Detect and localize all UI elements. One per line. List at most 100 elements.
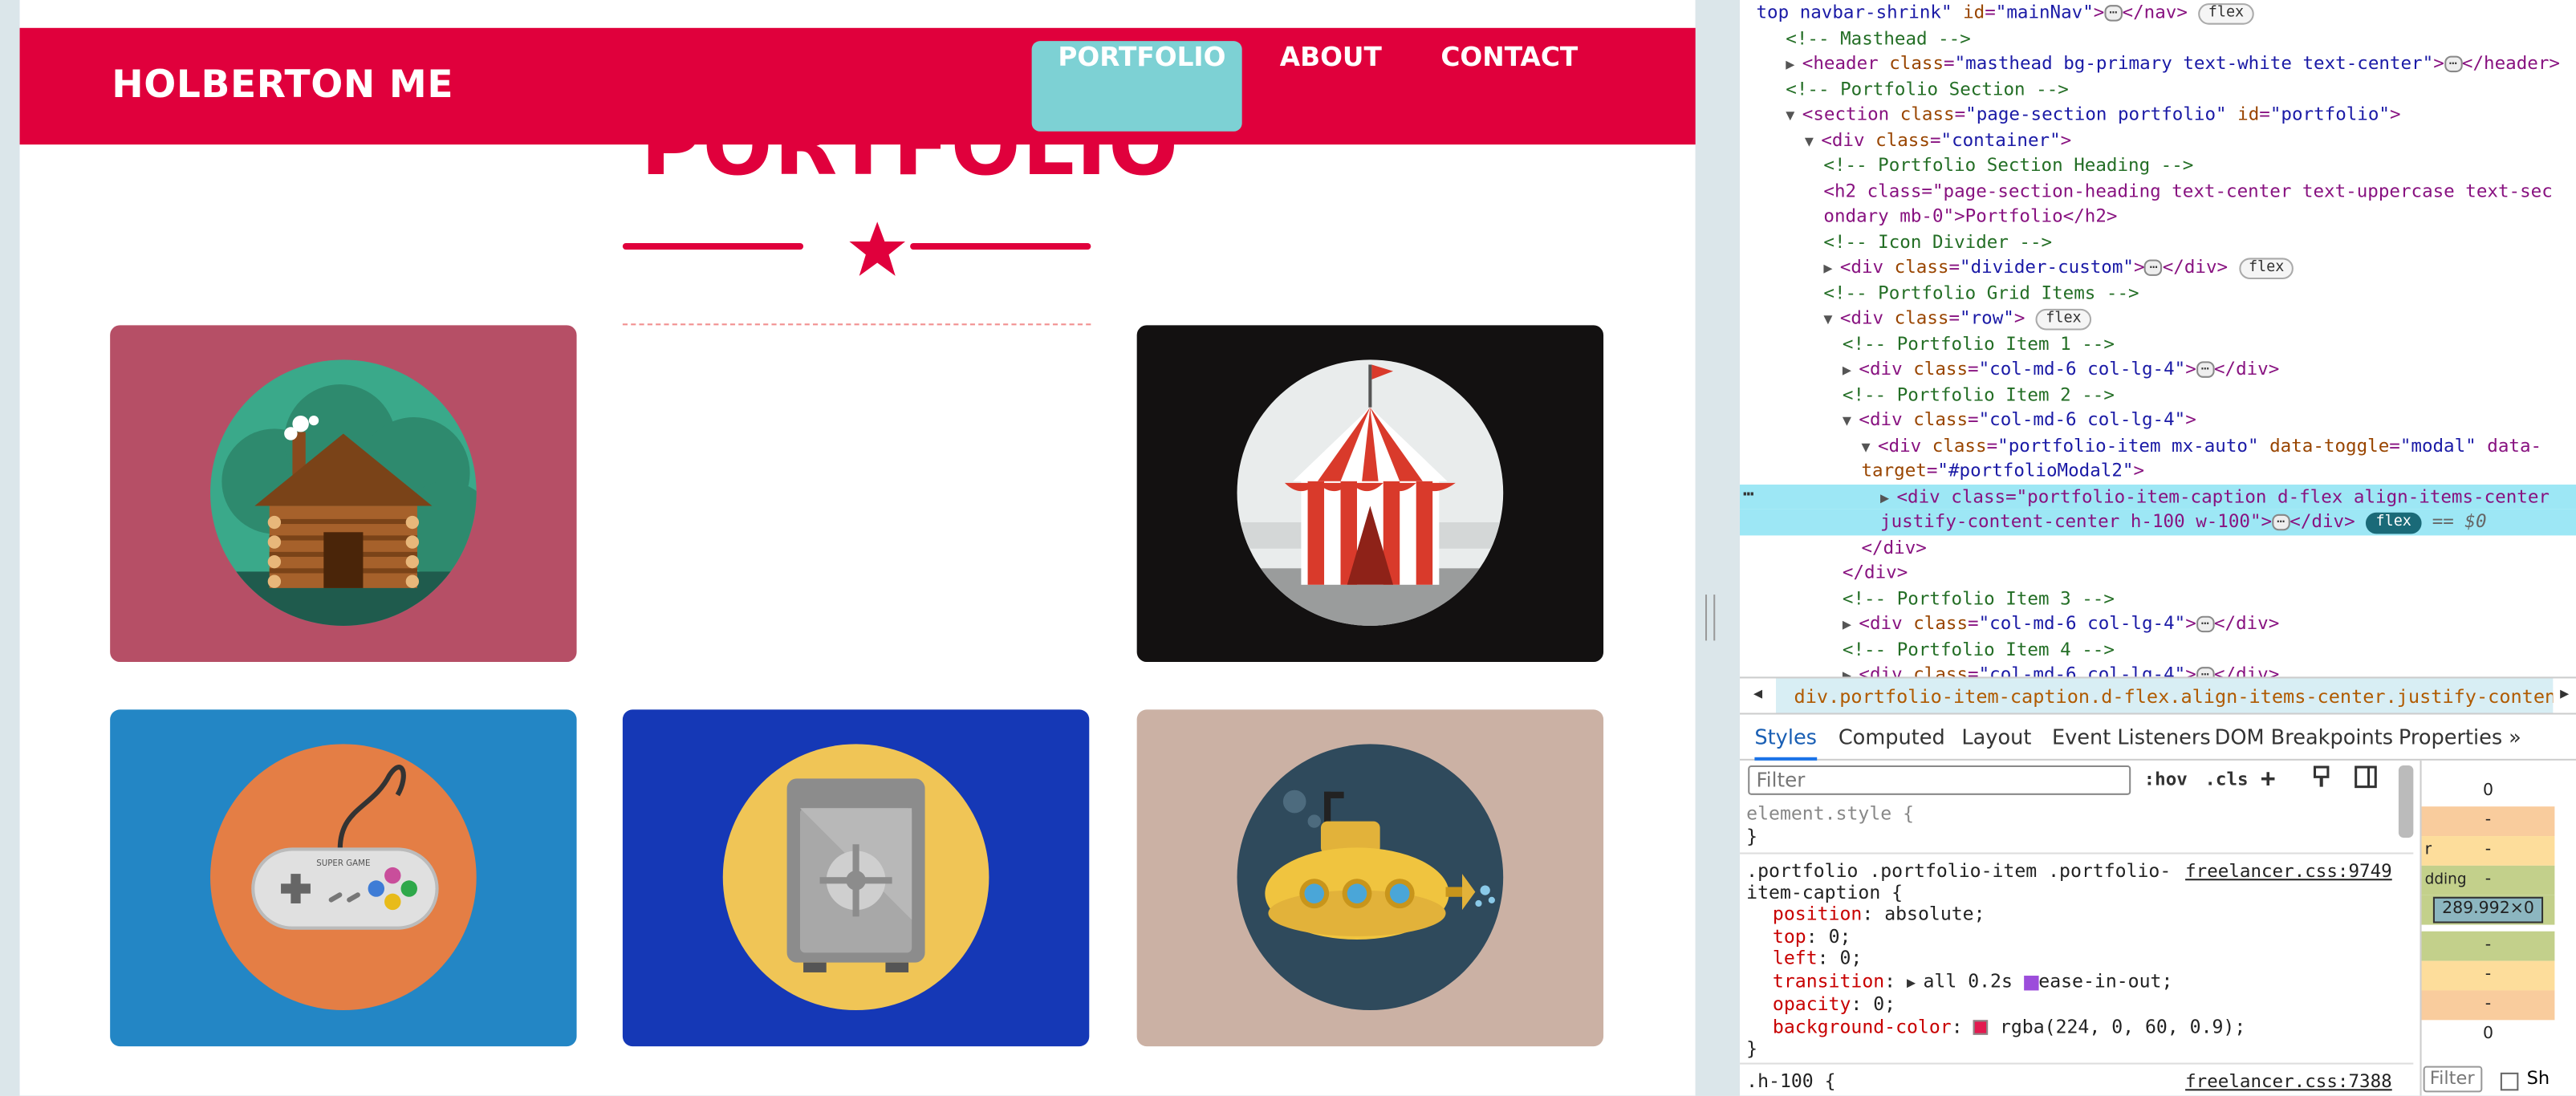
color-swatch-icon[interactable] bbox=[1973, 1020, 1989, 1035]
dom-node-line[interactable]: ondary mb-0">Portfolio</h2> bbox=[1823, 204, 2117, 229]
collapsed-content-icon[interactable]: ⋯ bbox=[2196, 361, 2214, 378]
breadcrumb-scroll-left-icon[interactable]: ◀ bbox=[1739, 678, 1777, 713]
nav-link-contact[interactable]: CONTACT bbox=[1415, 41, 1604, 132]
collapsed-content-icon[interactable]: ⋯ bbox=[2196, 615, 2214, 633]
portfolio-item-safe[interactable] bbox=[622, 709, 1090, 1047]
portfolio-item-circus[interactable] bbox=[1136, 325, 1604, 663]
element-style-close: } bbox=[1746, 826, 1758, 848]
dom-node-line[interactable]: ▼ <div class="row"> flex bbox=[1823, 306, 2091, 331]
border-label: r bbox=[2424, 841, 2432, 859]
rule-source-link[interactable]: freelancer.css:9749 bbox=[2185, 861, 2392, 883]
dom-comment-line[interactable]: <!-- Portfolio Item 1 --> bbox=[1843, 331, 2115, 357]
collapsed-content-icon[interactable]: ⋯ bbox=[2144, 259, 2163, 276]
dom-node-line[interactable]: target="#portfolioModal2"> bbox=[1861, 458, 2144, 484]
dom-node-line[interactable]: ▶ <header class="masthead bg-primary text… bbox=[1786, 51, 2560, 76]
breadcrumb-scroll-right-icon[interactable]: ▶ bbox=[2553, 678, 2576, 713]
dom-comment-line[interactable]: <!-- Masthead --> bbox=[1786, 26, 1971, 51]
flex-badge[interactable]: flex bbox=[2366, 511, 2422, 534]
css-property-top[interactable]: top: 0; bbox=[1773, 926, 1851, 948]
portfolio-item-game[interactable]: SUPER GAME bbox=[110, 709, 577, 1047]
navbar-brand[interactable]: HOLBERTON ME bbox=[112, 64, 453, 107]
hov-button[interactable]: :hov bbox=[2144, 769, 2188, 790]
portfolio-item-cabin[interactable] bbox=[110, 325, 577, 663]
styles-toolbar: Filter :hov .cls + bbox=[1740, 761, 2413, 800]
dom-node-line[interactable]: top navbar-shrink" id="mainNav"> ⋯ </nav> … bbox=[1756, 0, 2254, 26]
easing-editor-icon[interactable] bbox=[2023, 975, 2039, 990]
css-property-left[interactable]: left: 0; bbox=[1773, 948, 1862, 971]
styles-scrollbar[interactable] bbox=[2398, 765, 2414, 838]
dom-node-line[interactable]: ▶ <div class="divider-custom"> ⋯ </div> fle… bbox=[1823, 254, 2294, 280]
border-bottom-value[interactable]: - bbox=[2421, 960, 2555, 991]
tab-layout[interactable]: Layout bbox=[1961, 716, 2031, 761]
margin-bottom-value[interactable]: 0 bbox=[2422, 1020, 2555, 1049]
expand-toggle-icon[interactable]: ▼ bbox=[1786, 105, 1802, 131]
dom-node-line[interactable]: ▼ <div class="container"> bbox=[1805, 128, 2071, 153]
tab-properties[interactable]: Properties bbox=[2399, 716, 2502, 761]
css-property-opacity[interactable]: opacity: 0; bbox=[1773, 993, 1895, 1016]
safe-icon bbox=[722, 744, 989, 1011]
tab-computed[interactable]: Computed bbox=[1839, 716, 1945, 761]
dom-comment-line[interactable]: <!-- Icon Divider --> bbox=[1823, 229, 2052, 255]
margin-bottom-row[interactable]: - bbox=[2421, 990, 2555, 1021]
collapsed-content-icon[interactable]: ⋯ bbox=[2444, 55, 2462, 73]
show-all-checkbox[interactable] bbox=[2500, 1072, 2519, 1091]
rule-selector-line2: item-caption { bbox=[1746, 882, 1904, 903]
nav-link-portfolio[interactable]: PORTFOLIO bbox=[1031, 41, 1242, 132]
expand-toggle-icon[interactable]: ▼ bbox=[1843, 411, 1859, 436]
dom-node-line[interactable]: ▶<div class="col-md-6 col-lg-4">⋯</div> bbox=[1843, 611, 2279, 637]
dom-node-line[interactable]: <h2 class="page-section-heading text-cen… bbox=[1823, 178, 2552, 204]
dom-node-line[interactable]: justify-content-center h-100 w-100"> ⋯ </d… bbox=[1739, 509, 2576, 535]
dom-node-line[interactable]: </div> bbox=[1843, 560, 1908, 586]
devtools-splitter[interactable] bbox=[1695, 0, 1740, 1096]
dom-comment-line[interactable]: <!-- Portfolio Grid Items --> bbox=[1823, 280, 2139, 306]
dom-node-line[interactable]: ▶<div class="col-md-6 col-lg-4">⋯</div> bbox=[1843, 356, 2279, 382]
content-size-value[interactable]: 289.992×0 bbox=[2433, 896, 2543, 923]
dom-node-line[interactable]: ▶ <div class="portfolio-item-caption d-fl… bbox=[1739, 483, 2576, 509]
flex-badge[interactable]: flex bbox=[2238, 257, 2294, 279]
dom-node-line[interactable]: ▼ <div class="col-md-6 col-lg-4"> bbox=[1843, 408, 2196, 433]
margin-top-value[interactable]: 0 bbox=[2422, 777, 2555, 806]
css-property-background-color[interactable]: background-color: rgba(224, 0, 60, 0.9); bbox=[1773, 1016, 2245, 1038]
submarine-icon bbox=[1237, 744, 1504, 1011]
toggle-sidebar-icon[interactable] bbox=[2355, 765, 2378, 794]
collapsed-content-icon[interactable]: ⋯ bbox=[2104, 5, 2123, 22]
computed-filter-input[interactable]: Filter bbox=[2423, 1066, 2483, 1093]
dom-comment-line[interactable]: <!-- Portfolio Item 4 --> bbox=[1843, 636, 2115, 662]
flex-badge[interactable]: flex bbox=[2198, 2, 2254, 24]
portfolio-item-submarine[interactable] bbox=[1136, 709, 1604, 1047]
expand-toggle-icon[interactable]: ▼ bbox=[1805, 131, 1821, 156]
paint-icon[interactable] bbox=[2310, 765, 2333, 794]
cls-button[interactable]: .cls bbox=[2204, 769, 2248, 790]
devtools-tabs: Styles Computed Layout Event Listeners D… bbox=[1739, 716, 2576, 761]
new-rule-icon[interactable]: + bbox=[2261, 764, 2275, 794]
page-viewport[interactable]: PORTFOLIO SUPER GAME bbox=[19, 0, 1696, 1096]
css-property-position[interactable]: position: absolute; bbox=[1773, 903, 1985, 926]
border-top-value[interactable]: - bbox=[2421, 806, 2555, 837]
tab-styles[interactable]: Styles bbox=[1754, 716, 1818, 761]
dom-node-line[interactable]: </div> bbox=[1861, 534, 1926, 560]
screen: PORTFOLIO SUPER GAME HOLBERTON ME PORTFO… bbox=[0, 0, 2576, 1096]
padding-bottom-value[interactable]: - bbox=[2421, 931, 2555, 961]
collapsed-content-icon[interactable]: ⋯ bbox=[2272, 513, 2290, 531]
rule-selector-line1: .portfolio .portfolio-item .portfolio- bbox=[1746, 860, 2172, 883]
navbar: HOLBERTON ME PORTFOLIO ABOUT CONTACT bbox=[19, 27, 1696, 145]
breadcrumb[interactable]: div.portfolio-item-caption.d-flex.align-… bbox=[1794, 685, 2576, 708]
tabs-overflow-icon[interactable]: » bbox=[2509, 716, 2521, 761]
border-value[interactable]: - bbox=[2485, 841, 2491, 859]
flex-badge[interactable]: flex bbox=[2035, 307, 2091, 330]
tab-dom-breakpoints[interactable]: DOM Breakpoints bbox=[2215, 716, 2393, 761]
dom-node-line[interactable]: ▼ <section class="page-section portfolio"… bbox=[1786, 102, 2400, 128]
element-style-selector: element.style { bbox=[1746, 803, 1915, 825]
padding-value[interactable]: - bbox=[2485, 871, 2491, 889]
dom-comment-line[interactable]: <!-- Portfolio Section --> bbox=[1786, 76, 2069, 102]
next-rule-source-link[interactable]: freelancer.css:7388 bbox=[2185, 1071, 2392, 1093]
tab-event-listeners[interactable]: Event Listeners bbox=[2052, 716, 2211, 761]
nav-link-about[interactable]: ABOUT bbox=[1253, 41, 1408, 132]
dom-node-line[interactable]: ▼ <div class="portfolio-item mx-auto" dat… bbox=[1861, 432, 2541, 458]
styles-filter-input[interactable]: Filter bbox=[1748, 765, 2131, 795]
splitter-grip-icon[interactable] bbox=[1704, 595, 1716, 641]
dom-comment-line[interactable]: <!-- Portfolio Item 2 --> bbox=[1843, 382, 2115, 408]
dom-comment-line[interactable]: <!-- Portfolio Section Heading --> bbox=[1823, 152, 2193, 178]
expand-toggle-icon[interactable]: ▼ bbox=[1823, 309, 1839, 335]
dom-comment-line[interactable]: <!-- Portfolio Item 3 --> bbox=[1843, 586, 2115, 611]
